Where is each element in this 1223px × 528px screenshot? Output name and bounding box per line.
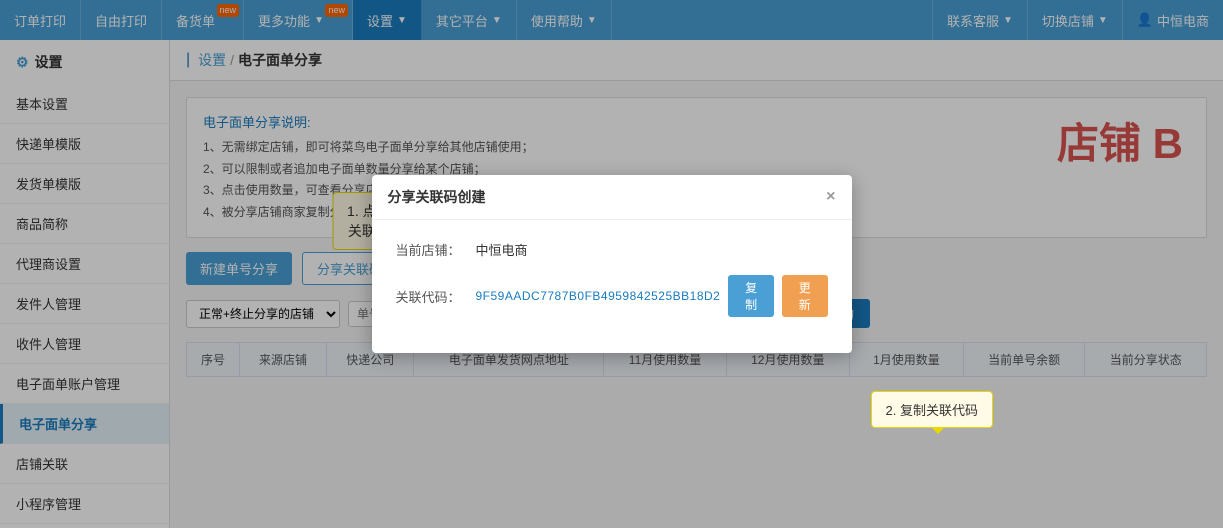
modal-code-row: 关联代码： 9F59AADC7787B0FB4959842525BB18D2 复…	[396, 275, 828, 317]
modal-header: 分享关联码创建 ×	[372, 175, 852, 220]
content-area: | 设置 / 电子面单分享 店铺 B 电子面单分享说明: 1、无需绑定店铺，即可…	[170, 40, 1223, 528]
modal-store-value: 中恒电商	[476, 240, 528, 259]
modal-dialog: 分享关联码创建 × 当前店铺： 中恒电商 关联代码： 9F59AADC7787B…	[372, 175, 852, 353]
modal-close-button[interactable]: ×	[826, 188, 835, 206]
modal-code-value: 9F59AADC7787B0FB4959842525BB18D2	[476, 289, 721, 303]
modal-store-row: 当前店铺： 中恒电商	[396, 240, 828, 259]
modal-body: 当前店铺： 中恒电商 关联代码： 9F59AADC7787B0FB4959842…	[372, 220, 852, 353]
modal-overlay[interactable]: 2. 复制关联代码 分享关联码创建 × 当前店铺： 中恒电商 关联代码： 9F5…	[170, 40, 1223, 528]
main-layout: ⚙ 设置 基本设置 快递单模版 发货单模版 商品简称 代理商设置 发件人管理 收…	[0, 40, 1223, 528]
copy-code-button[interactable]: 复制	[728, 275, 774, 317]
refresh-code-button[interactable]: 更新	[782, 275, 828, 317]
modal-store-label: 当前店铺：	[396, 240, 476, 259]
modal-code-actions: 9F59AADC7787B0FB4959842525BB18D2 复制 更新	[476, 275, 828, 317]
modal-tooltip-2: 2. 复制关联代码	[871, 391, 993, 428]
modal-title: 分享关联码创建	[388, 187, 486, 207]
modal-code-label: 关联代码：	[396, 287, 476, 306]
